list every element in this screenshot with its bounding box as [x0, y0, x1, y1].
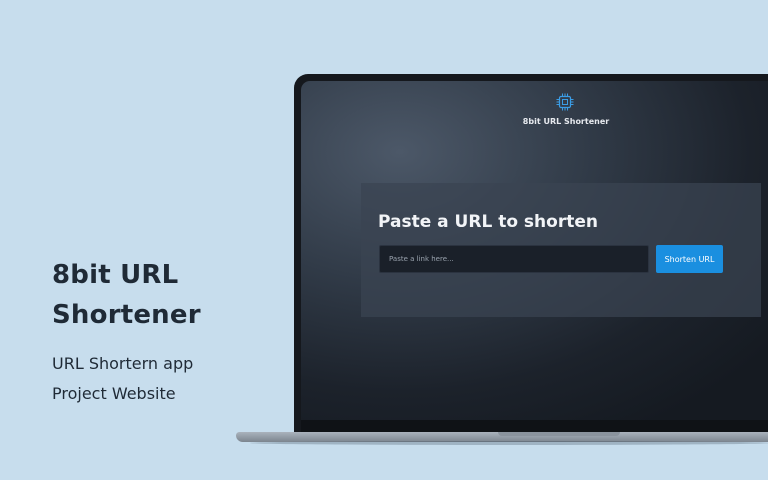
promo-subtitle: URL Shortern app Project Website: [52, 349, 272, 409]
chip-icon: [556, 93, 574, 111]
promo-title-line-1: 8bit URL: [52, 260, 179, 290]
promo-text: 8bit URL Shortener URL Shortern app Proj…: [52, 255, 272, 409]
shorten-card: Paste a URL to shorten Shorten URL: [361, 183, 761, 317]
shorten-url-button[interactable]: Shorten URL: [656, 245, 723, 273]
laptop-mockup: 8bit URL Shortener Paste a URL to shorte…: [294, 74, 768, 436]
laptop-shadow: [250, 441, 768, 445]
laptop-base-notch: [498, 432, 620, 436]
card-heading: Paste a URL to shorten: [378, 212, 598, 232]
promo-subtitle-line-2: Project Website: [52, 384, 176, 403]
promo-subtitle-line-1: URL Shortern app: [52, 354, 194, 373]
app-screen: 8bit URL Shortener Paste a URL to shorte…: [301, 81, 768, 436]
app-title: 8bit URL Shortener: [522, 117, 610, 126]
promo-title-line-2: Shortener: [52, 300, 201, 330]
promo-title: 8bit URL Shortener: [52, 255, 272, 335]
url-input[interactable]: [379, 245, 649, 273]
